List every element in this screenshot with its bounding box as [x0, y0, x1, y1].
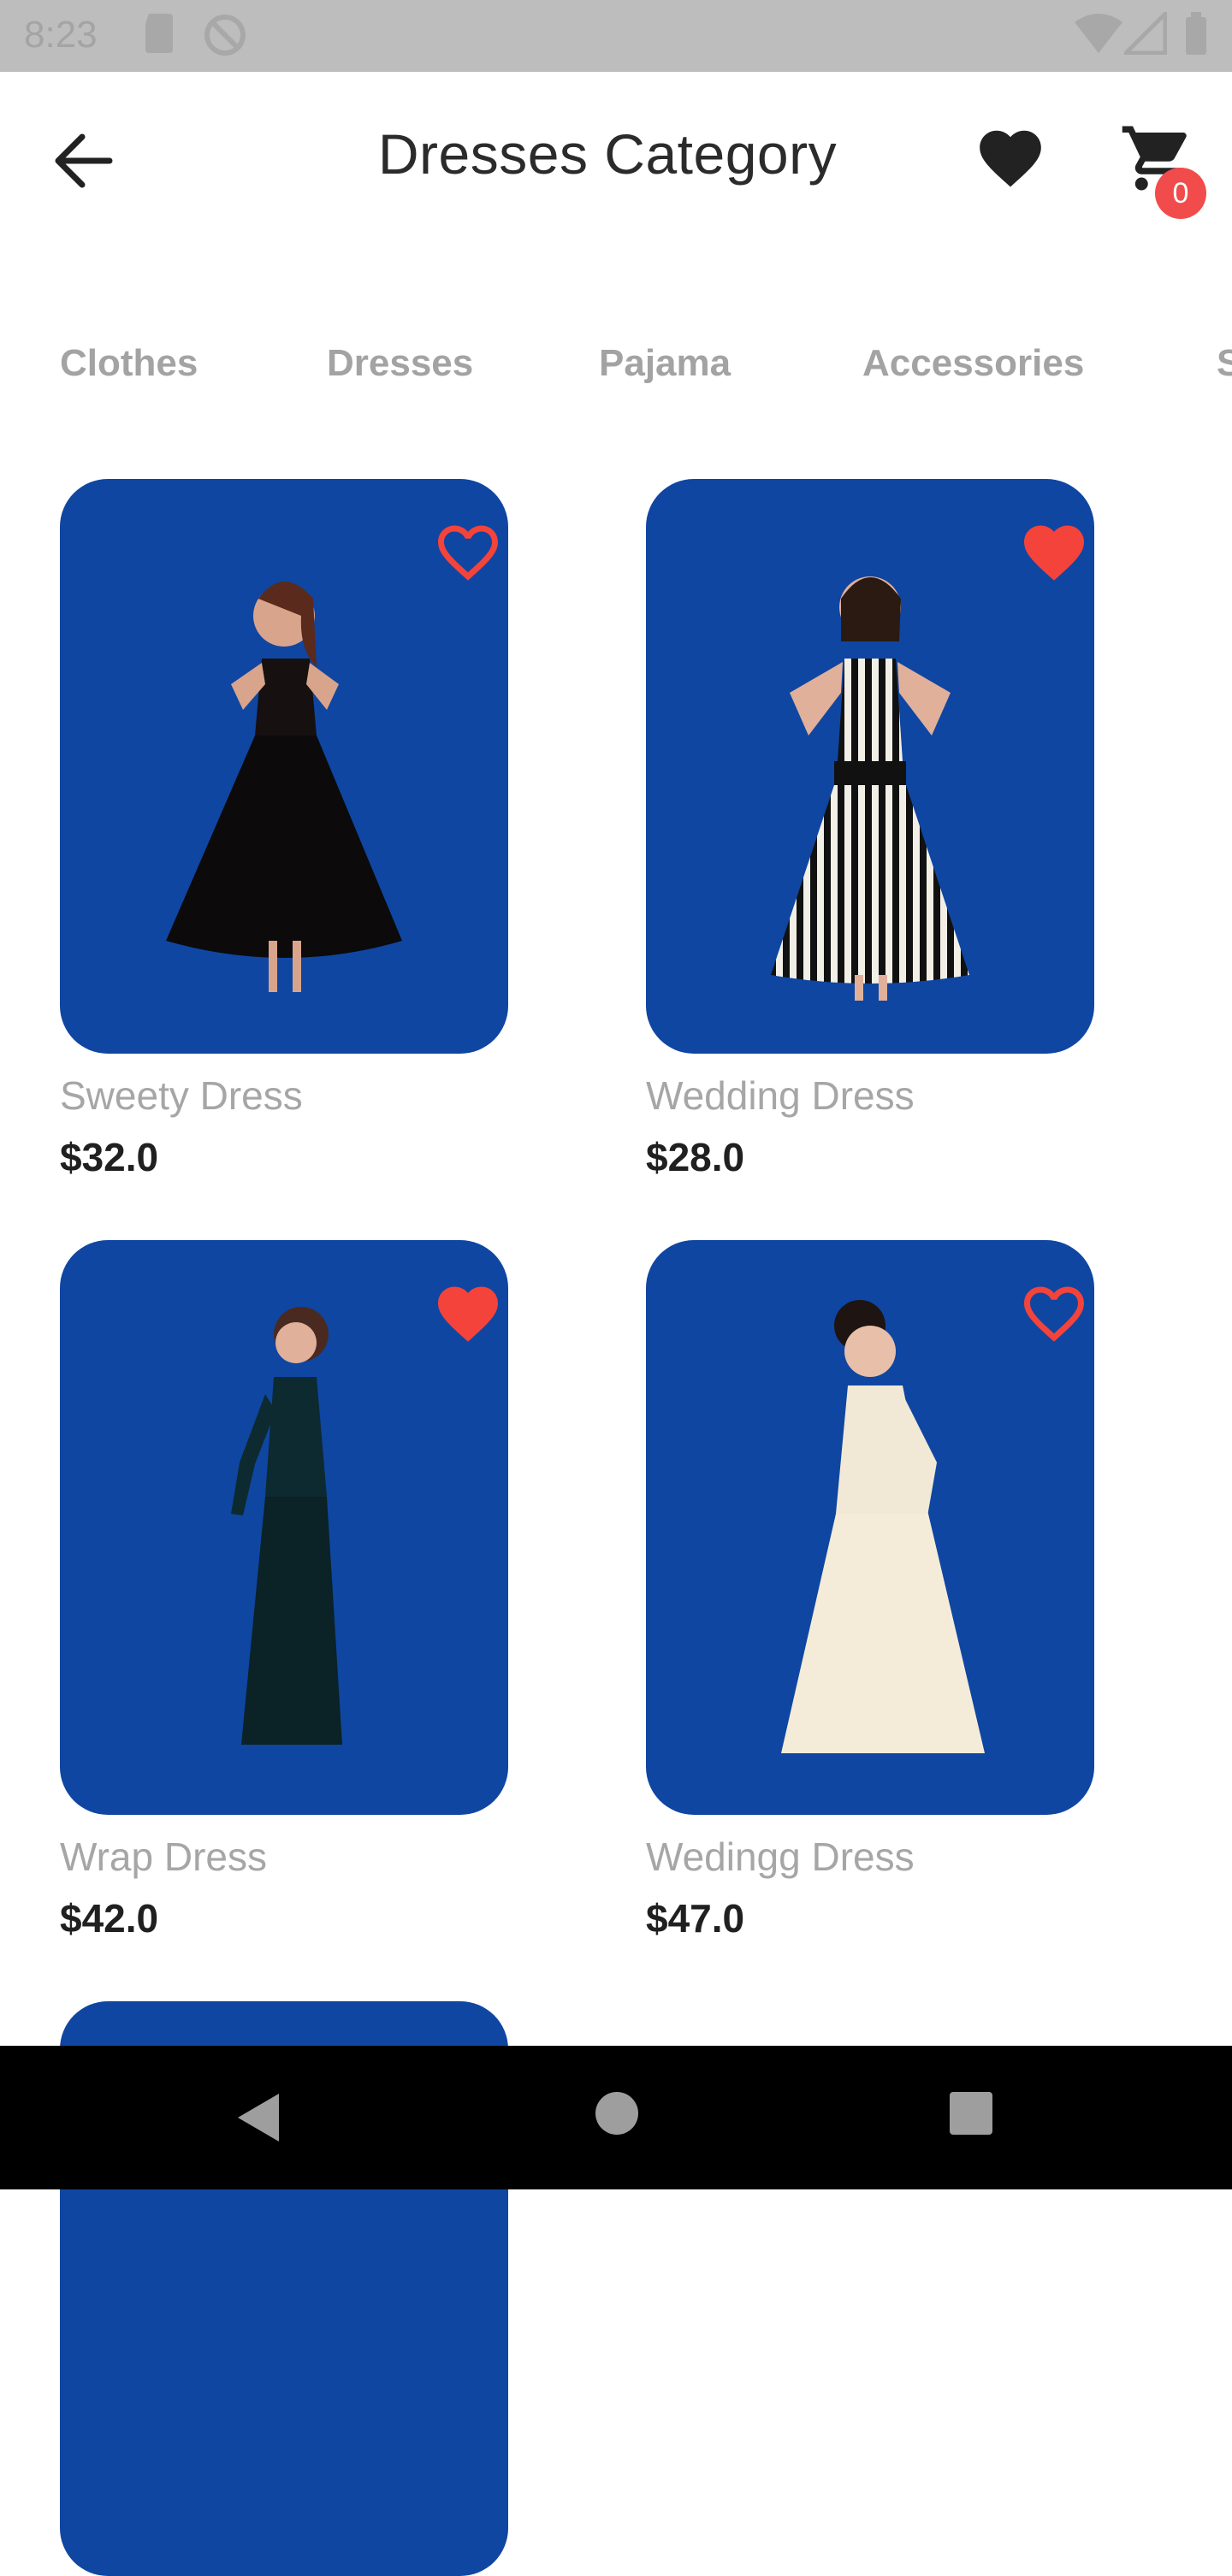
- product-name: Wrap Dress: [60, 1835, 267, 1879]
- heart-filled-icon: [1024, 525, 1084, 581]
- tab-accessories[interactable]: Accessories: [862, 342, 1084, 385]
- product-price: $42.0: [60, 1896, 159, 1941]
- category-tabs: Clothes Dresses Pajama Accessories S: [0, 342, 1232, 402]
- product-name: Wedingg Dress: [646, 1835, 915, 1879]
- tab-pajama[interactable]: Pajama: [599, 342, 731, 385]
- product-card[interactable]: Wedding Dress $28.0: [646, 479, 1094, 1180]
- product-image[interactable]: [60, 1240, 508, 1815]
- wifi-icon: [1075, 14, 1122, 53]
- product-price: $28.0: [646, 1135, 745, 1179]
- favorites-button[interactable]: [974, 121, 1047, 195]
- product-image[interactable]: [646, 479, 1094, 1054]
- status-bar: 8:23: [0, 0, 1232, 72]
- favorite-toggle[interactable]: [428, 517, 508, 588]
- heart-outline-icon: [1024, 1286, 1084, 1342]
- tab-more[interactable]: S: [1217, 342, 1232, 385]
- product-price: $47.0: [646, 1896, 745, 1941]
- nav-back-icon[interactable]: [233, 2090, 284, 2145]
- product-card[interactable]: Wrap Dress $42.0: [60, 1240, 508, 1941]
- product-card[interactable]: Sweety Dress $32.0: [60, 479, 508, 1180]
- product-card[interactable]: Wedingg Dress $47.0: [646, 1240, 1094, 1941]
- heart-icon: [980, 130, 1041, 187]
- navigation-bar: [0, 2046, 1232, 2189]
- product-price: $32.0: [60, 1135, 159, 1179]
- sd-card-icon: [145, 14, 173, 53]
- tab-clothes[interactable]: Clothes: [60, 342, 198, 385]
- favorite-toggle[interactable]: [1014, 517, 1094, 588]
- status-time: 8:23: [24, 14, 98, 56]
- favorite-toggle[interactable]: [428, 1278, 508, 1350]
- favorite-toggle[interactable]: [1014, 1278, 1094, 1350]
- product-name: Wedding Dress: [646, 1073, 915, 1118]
- battery-icon: [1186, 12, 1206, 55]
- tab-dresses[interactable]: Dresses: [327, 342, 473, 385]
- page-title: Dresses Category: [377, 122, 838, 186]
- sync-disabled-icon: [204, 15, 246, 56]
- heart-outline-icon: [438, 525, 498, 581]
- signal-icon: [1124, 12, 1167, 55]
- product-image[interactable]: [646, 1240, 1094, 1815]
- nav-home-icon[interactable]: [594, 2090, 640, 2136]
- product-name: Sweety Dress: [60, 1073, 303, 1118]
- heart-filled-icon: [438, 1286, 498, 1342]
- product-image[interactable]: [60, 479, 508, 1054]
- nav-recents-icon[interactable]: [948, 2090, 994, 2136]
- cart-count-badge: 0: [1155, 168, 1206, 219]
- arrow-back-icon: [55, 133, 113, 188]
- app-bar: Dresses Category 0: [0, 72, 1232, 239]
- back-button[interactable]: [48, 125, 120, 197]
